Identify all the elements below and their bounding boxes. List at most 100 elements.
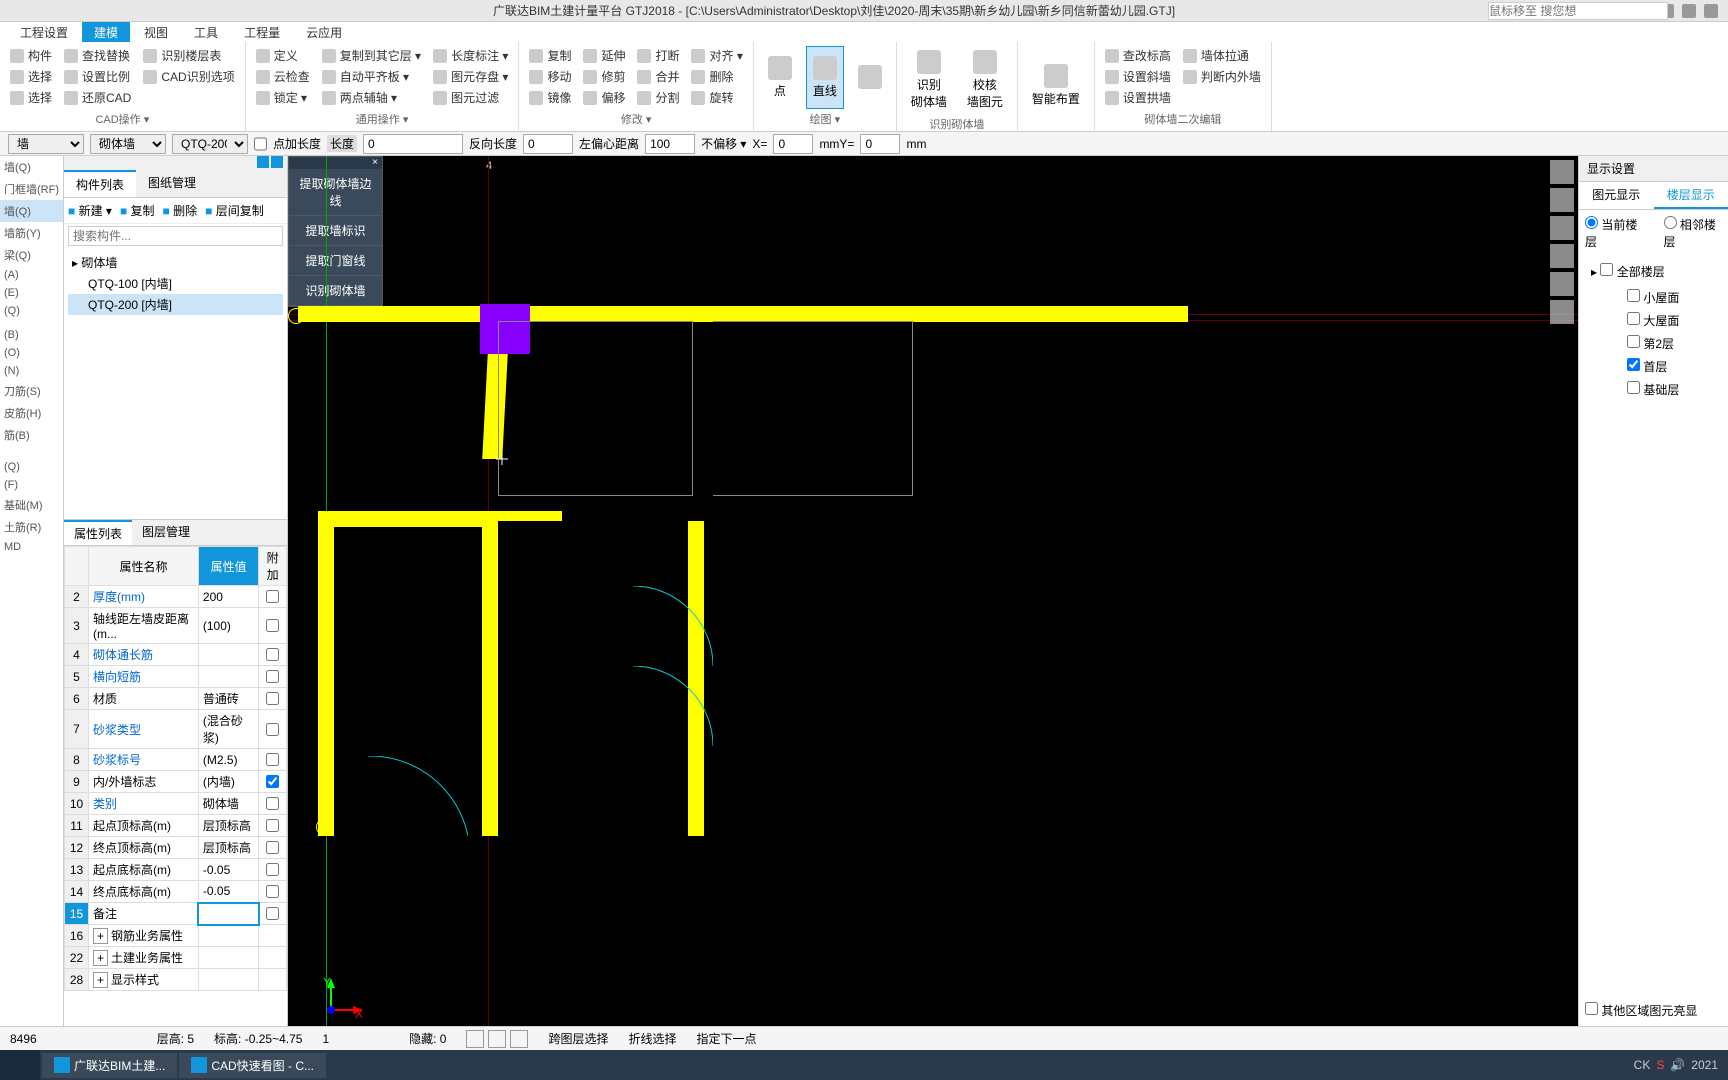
- menu-tab-1[interactable]: 建模: [82, 22, 130, 42]
- ribbon-item[interactable]: 云检查: [254, 67, 312, 86]
- property-row[interactable]: 11起点顶标高(m)层顶标高: [65, 815, 287, 837]
- property-row[interactable]: 8砂浆标号(M2.5): [65, 749, 287, 771]
- taskbar-task[interactable]: CAD快速看图 - C...: [179, 1053, 326, 1078]
- ribbon-item[interactable]: 自动平齐板 ▾: [320, 67, 423, 86]
- ribbon-item[interactable]: 合并: [635, 67, 681, 86]
- tree-root[interactable]: ▸ 砌体墙: [68, 252, 283, 273]
- property-row[interactable]: 7砂浆类型(混合砂浆): [65, 710, 287, 749]
- ribbon-item[interactable]: 设置比例: [62, 67, 133, 86]
- all-floors-check[interactable]: [1600, 263, 1613, 276]
- ribbon-item[interactable]: 查找替换: [62, 46, 133, 65]
- ribbon-item[interactable]: 选择: [8, 67, 54, 86]
- prop-tab[interactable]: 图层管理: [132, 520, 200, 545]
- context-item[interactable]: 提取砌体墙边线: [289, 169, 382, 216]
- nav-item[interactable]: (A): [0, 266, 63, 284]
- component-search[interactable]: [68, 226, 283, 246]
- ribbon-item[interactable]: 分割: [635, 88, 681, 107]
- nav-item[interactable]: 墙筋(Y): [0, 222, 63, 244]
- grid-icon[interactable]: [1550, 300, 1574, 324]
- ribbon-item[interactable]: 图元过滤: [431, 88, 510, 107]
- menu-tab-0[interactable]: 工程设置: [8, 22, 80, 42]
- nav-item[interactable]: 门框墙(RF): [0, 178, 63, 200]
- ribbon-item[interactable]: 复制: [527, 46, 573, 65]
- floor-check[interactable]: 第2层: [1607, 332, 1720, 355]
- nav-item[interactable]: (B): [0, 326, 63, 344]
- nav-item[interactable]: (O): [0, 344, 63, 362]
- length-check[interactable]: [254, 134, 267, 154]
- tool-button[interactable]: ■ 复制: [120, 202, 155, 219]
- context-item[interactable]: 识别砌体墙: [289, 276, 382, 306]
- floor-check[interactable]: 大屋面: [1607, 309, 1720, 332]
- tree-item[interactable]: QTQ-100 [内墙]: [68, 273, 283, 294]
- nav-item[interactable]: MD: [0, 538, 63, 556]
- list-icon[interactable]: [271, 156, 283, 168]
- menu-tab-5[interactable]: 云应用: [294, 22, 354, 42]
- offset-input[interactable]: [645, 134, 695, 154]
- ribbon-big[interactable]: 智能布置: [1026, 46, 1086, 125]
- property-row[interactable]: 3轴线距左墙皮距离(m...(100): [65, 608, 287, 644]
- menu-tab-4[interactable]: 工程量: [232, 22, 292, 42]
- mid-tab[interactable]: 图纸管理: [136, 170, 208, 197]
- ribbon-big[interactable]: 直线: [806, 46, 844, 109]
- y-input[interactable]: [860, 134, 900, 154]
- ribbon-item[interactable]: 删除: [689, 67, 744, 86]
- tool-button[interactable]: ■ 删除: [163, 202, 198, 219]
- property-row[interactable]: 2厚度(mm)200: [65, 586, 287, 608]
- mid-tab[interactable]: 构件列表: [64, 170, 136, 197]
- length-input[interactable]: [363, 134, 463, 154]
- floor-check[interactable]: 基础层: [1607, 378, 1720, 401]
- start-button[interactable]: [0, 1050, 40, 1080]
- property-row[interactable]: 15备注: [65, 903, 287, 925]
- view-icon[interactable]: [1550, 216, 1574, 240]
- prop-tab[interactable]: 属性列表: [64, 520, 132, 545]
- property-row[interactable]: 13起点底标高(m)-0.05: [65, 859, 287, 881]
- ribbon-big[interactable]: [852, 46, 888, 109]
- pan-icon[interactable]: [1550, 160, 1574, 184]
- property-row[interactable]: 9内/外墙标志(内墙): [65, 771, 287, 793]
- property-row[interactable]: 10类别砌体墙: [65, 793, 287, 815]
- property-row[interactable]: 5横向短筋: [65, 666, 287, 688]
- component-select[interactable]: QTQ-200: [172, 134, 248, 154]
- close-icon[interactable]: ×: [289, 157, 382, 169]
- ribbon-item[interactable]: 移动: [527, 67, 573, 86]
- context-item[interactable]: 提取门窗线: [289, 246, 382, 276]
- ribbon-item[interactable]: 墙体拉通: [1181, 46, 1263, 65]
- property-row[interactable]: 28+显示样式: [65, 969, 287, 991]
- type-select[interactable]: 砌体墙: [90, 134, 166, 154]
- property-row[interactable]: 22+土建业务属性: [65, 947, 287, 969]
- taskbar-task[interactable]: 广联达BIM土建...: [42, 1053, 177, 1078]
- nav-item[interactable]: 刀筋(S): [0, 380, 63, 402]
- ribbon-item[interactable]: 长度标注 ▾: [431, 46, 510, 65]
- nav-item[interactable]: (Q): [0, 302, 63, 320]
- ribbon-item[interactable]: 锁定 ▾: [254, 88, 312, 107]
- ribbon-item[interactable]: 识别楼层表: [141, 46, 236, 65]
- bell-icon[interactable]: [1682, 4, 1696, 18]
- ribbon-item[interactable]: 两点辅轴 ▾: [320, 88, 423, 107]
- ribbon-item[interactable]: 定义: [254, 46, 312, 65]
- ribbon-item[interactable]: 判断内外墙: [1181, 67, 1263, 86]
- nav-item[interactable]: 梁(Q): [0, 244, 63, 266]
- context-item[interactable]: 提取墙标识: [289, 216, 382, 246]
- ribbon-item[interactable]: CAD识别选项: [141, 67, 236, 86]
- ribbon-item[interactable]: 修剪: [581, 67, 627, 86]
- property-row[interactable]: 12终点顶标高(m)层顶标高: [65, 837, 287, 859]
- ribbon-item[interactable]: 图元存盘 ▾: [431, 67, 510, 86]
- ribbon-item[interactable]: 复制到其它层 ▾: [320, 46, 423, 65]
- drawing-canvas[interactable]: × 提取砌体墙边线提取墙标识提取门窗线识别砌体墙 4: [288, 156, 1578, 1056]
- ribbon-item[interactable]: 设置斜墙: [1103, 67, 1173, 86]
- right-tab[interactable]: 楼层显示: [1654, 182, 1728, 209]
- cube-icon[interactable]: [1550, 244, 1574, 268]
- nav-item[interactable]: 墙(Q): [0, 156, 63, 178]
- polyline-button[interactable]: 折线选择: [628, 1030, 676, 1047]
- view-icon[interactable]: [257, 156, 269, 168]
- ribbon-item[interactable]: 查改标高: [1103, 46, 1173, 65]
- nav-item[interactable]: (E): [0, 284, 63, 302]
- ribbon-item[interactable]: 对齐 ▾: [689, 46, 744, 65]
- highlight-check[interactable]: [1585, 1002, 1598, 1015]
- right-tab[interactable]: 图元显示: [1579, 182, 1654, 209]
- ribbon-big[interactable]: 识别 砌体墙: [905, 46, 953, 114]
- ribbon-item[interactable]: 镜像: [527, 88, 573, 107]
- tool-button[interactable]: ■ 层间复制: [205, 202, 264, 219]
- reverse-input[interactable]: [523, 134, 573, 154]
- nav-item[interactable]: 墙(Q): [0, 200, 63, 222]
